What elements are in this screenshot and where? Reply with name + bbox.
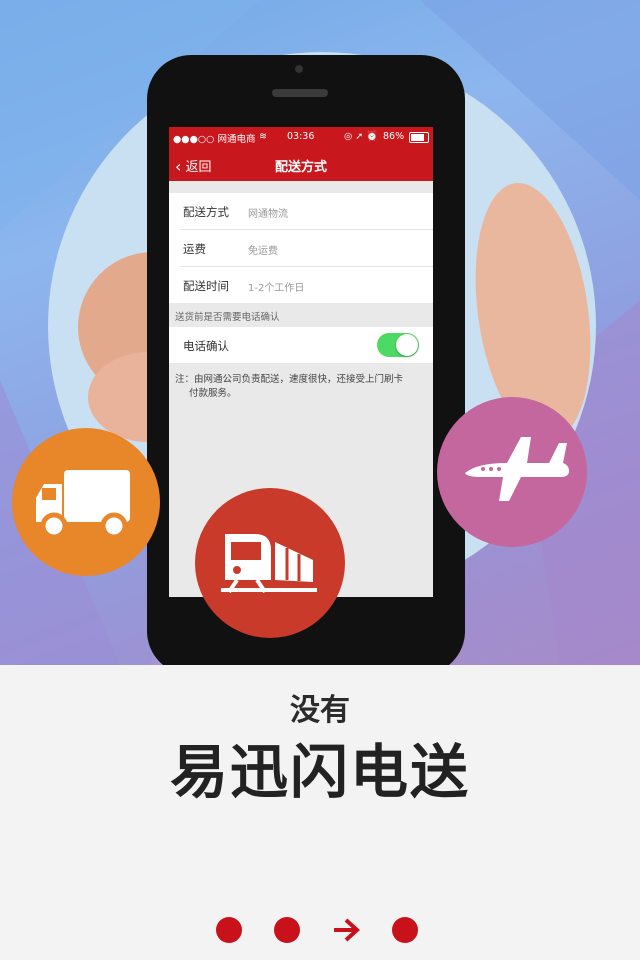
truck-icon	[36, 470, 130, 540]
page-title: 配送方式	[274, 160, 327, 175]
headline-small: 没有	[290, 693, 350, 728]
detail-value: 免运费	[248, 246, 278, 257]
page-dot[interactable]	[274, 917, 300, 943]
hero-banner: ●●●○○ 网通电商 ≋ 03:36 ◎ ➚ ⏰ 86% ‹ 返回 配送方式 配…	[0, 0, 640, 665]
phone-confirm-row: 电话确认	[169, 327, 433, 363]
detail-label: 配送方式	[183, 205, 229, 219]
shipping-details: 配送方式 网通物流 运费 免运费 配送时间 1-2个工作日	[169, 193, 433, 303]
carrier-text: ●●●○○ 网通电商	[173, 134, 256, 145]
battery-text: 86%	[383, 131, 405, 142]
speaker	[272, 89, 328, 97]
truck-badge	[12, 428, 160, 576]
detail-value: 网通物流	[248, 209, 288, 220]
detail-row: 运费 免运费	[181, 230, 433, 267]
headline-big: 易迅闪电送	[169, 738, 470, 806]
detail-label: 运费	[183, 242, 206, 256]
arrow-right-icon	[334, 918, 360, 942]
phone-confirm-label: 电话确认	[183, 339, 229, 353]
wifi-icon: ≋	[259, 131, 267, 142]
detail-label: 配送时间	[183, 279, 229, 293]
detail-value: 1-2个工作日	[248, 283, 305, 294]
battery-icon	[409, 132, 429, 143]
detail-row: 配送时间 1-2个工作日	[181, 267, 433, 303]
status-icons: ◎ ➚ ⏰	[344, 131, 379, 142]
page-dot-current[interactable]	[332, 917, 360, 943]
train-icon	[221, 534, 317, 594]
page-dot[interactable]	[216, 917, 242, 943]
airplane-badge	[437, 397, 587, 547]
status-bar: ●●●○○ 网通电商 ≋ 03:36 ◎ ➚ ⏰ 86%	[169, 127, 433, 147]
airplane-icon	[465, 437, 569, 501]
note-line: 注：由网通公司负责配送，速度很快，还接受上门刷卡	[175, 374, 404, 385]
nav-bar: ‹ 返回 配送方式	[169, 147, 433, 181]
delivery-note: 注：由网通公司负责配送，速度很快，还接受上门刷卡 付款服务。	[169, 363, 433, 401]
toggle-knob	[396, 334, 418, 356]
train-badge	[195, 488, 345, 638]
detail-row: 配送方式 网通物流	[181, 193, 433, 230]
page-dot[interactable]	[392, 917, 418, 943]
section-header: 送货前是否需要电话确认	[169, 303, 433, 327]
bottom-panel: 没有 易迅闪电送	[0, 665, 640, 960]
note-line: 付款服务。	[189, 388, 237, 399]
phone-confirm-toggle[interactable]	[377, 333, 419, 357]
camera	[295, 65, 303, 73]
time-text: 03:36	[287, 131, 315, 142]
